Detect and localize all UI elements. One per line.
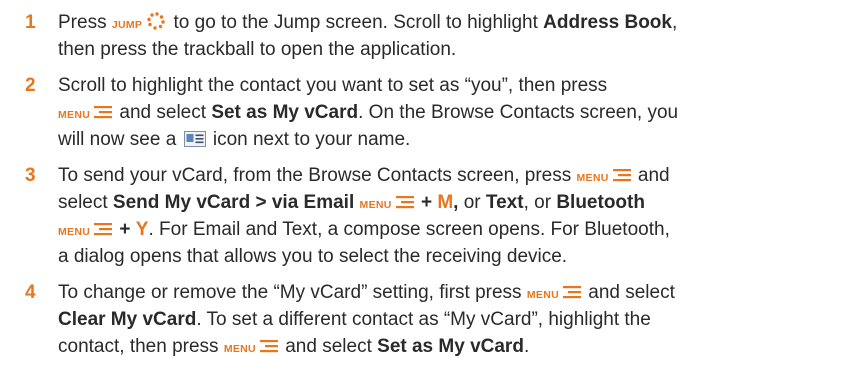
step-line: Press JUMP to go to the Jump screen. Scr… [58, 9, 839, 36]
text: > [255, 192, 267, 213]
plus-sign: + [119, 219, 131, 240]
text: and [637, 165, 670, 186]
send-my-vcard-label: Send My vCard [112, 192, 251, 213]
step-line: select Send My vCard > via Email MENU + … [58, 189, 839, 216]
menu-key-label: MENU [526, 289, 559, 301]
text: . For Email and Text, a compose screen o… [148, 219, 670, 240]
step-line: To change or remove the “My vCard” setti… [58, 279, 839, 306]
shortcut-key-y: Y [135, 219, 149, 240]
menu-key-label: MENU [576, 172, 609, 184]
text: to go to the Jump screen. Scroll to high… [173, 12, 538, 33]
vcard-icon [183, 131, 206, 147]
text: . On the Browse Contacts screen, you [358, 102, 679, 123]
text: select [58, 192, 108, 213]
menu-lines-icon [395, 196, 414, 209]
bluetooth-option-label: Bluetooth [556, 192, 645, 213]
step-line: MENU + Y. For Email and Text, a compose … [58, 216, 839, 243]
step-line: Clear My vCard. To set a different conta… [58, 306, 839, 333]
text: and select [285, 336, 372, 357]
step-text: Press JUMP to go to the Jump screen. Scr… [58, 9, 839, 63]
text: icon next to your name. [212, 129, 411, 150]
menu-lines-icon [94, 223, 113, 236]
text: , [671, 12, 678, 33]
menu-lines-icon [94, 106, 113, 119]
step-line: contact, then press MENU and select Set … [58, 333, 839, 360]
step-line: MENU and select Set as My vCard. On the … [58, 99, 839, 126]
text: . To set a different contact as “My vCar… [196, 309, 651, 330]
menu-lines-icon [259, 340, 278, 353]
menu-lines-icon [612, 169, 631, 182]
set-as-my-vcard-label: Set as My vCard [377, 336, 524, 357]
text: contact, then press [58, 336, 219, 357]
shortcut-key-m: M [437, 192, 454, 213]
step-line: will now see a icon next to your name. [58, 126, 839, 153]
text: Press [58, 12, 107, 33]
text: To send your vCard, from the Browse Cont… [58, 165, 572, 186]
text: , [453, 192, 459, 213]
address-book-label: Address Book [543, 12, 672, 33]
step-number: 2 [25, 75, 36, 96]
text-option-label: Text [485, 192, 524, 213]
step-line: Scroll to highlight the contact you want… [58, 72, 839, 99]
jump-key-label: JUMP [111, 19, 143, 31]
menu-key-label: MENU [58, 109, 91, 121]
instruction-steps: 1 Press JUMP to go to the Jump screen. S… [0, 0, 853, 375]
text: , or [523, 192, 552, 213]
text: and select [588, 282, 675, 303]
step-line: a dialog opens that allows you to select… [58, 243, 839, 270]
step-text: To send your vCard, from the Browse Cont… [58, 162, 839, 270]
menu-lines-icon [562, 286, 581, 299]
text: or [463, 192, 481, 213]
clear-my-vcard-label: Clear My vCard [58, 309, 197, 330]
text: . [523, 336, 530, 357]
step-number: 4 [25, 282, 36, 303]
set-as-my-vcard-label: Set as My vCard [211, 102, 359, 123]
text: a dialog opens that allows you to select… [58, 246, 568, 267]
plus-sign: + [420, 192, 433, 213]
step-number: 1 [25, 12, 36, 33]
jump-dots-icon [147, 12, 165, 30]
menu-key-label: MENU [58, 226, 91, 238]
text: and select [119, 102, 207, 123]
text: To change or remove the “My vCard” setti… [58, 282, 522, 303]
text: then press the trackball to open the app… [58, 39, 457, 60]
step-line: then press the trackball to open the app… [58, 36, 839, 63]
via-email-label: via Email [271, 192, 355, 213]
menu-key-label: MENU [223, 343, 256, 355]
step-text: Scroll to highlight the contact you want… [58, 72, 839, 153]
step-text: To change or remove the “My vCard” setti… [58, 279, 839, 360]
text: Scroll to highlight the contact you want… [58, 75, 608, 96]
menu-key-label: MENU [359, 199, 392, 211]
step-number: 3 [25, 165, 36, 186]
text: will now see a [58, 129, 177, 150]
step-line: To send your vCard, from the Browse Cont… [58, 162, 839, 189]
